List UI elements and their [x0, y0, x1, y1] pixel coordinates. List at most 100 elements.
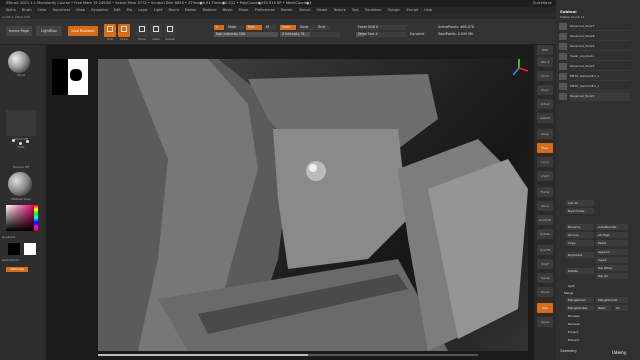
menu-material[interactable]: Material: [203, 8, 217, 12]
draw-size-slider[interactable]: Draw Size 4: [356, 32, 406, 37]
split-menu[interactable]: Split: [566, 283, 594, 289]
menu-color[interactable]: Color: [38, 8, 47, 12]
all-low-button[interactable]: All Low: [566, 232, 594, 238]
merge-visible-button[interactable]: MergeVisible: [566, 305, 594, 311]
persp-button[interactable]: Persp: [537, 129, 553, 139]
menu-stroke[interactable]: Stroke: [317, 8, 328, 12]
focal-shift-slider[interactable]: Focal Shift 0: [356, 25, 406, 30]
autoreorder-button[interactable]: AutoReorder: [596, 224, 628, 230]
subtool-item[interactable]: Spear_copytools: [559, 52, 630, 61]
zoom-button[interactable]: Zoom: [537, 85, 553, 95]
subtool-title[interactable]: Subtool: [560, 9, 577, 14]
subtool-item[interactable]: Renamed_Tool28: [559, 32, 630, 41]
transp-button[interactable]: Transp: [537, 273, 553, 283]
z-intensity-slider[interactable]: Z Intensity 51: [280, 32, 340, 37]
list-all-button[interactable]: List All: [566, 200, 594, 206]
zoom3d-button[interactable]: Zoom3D: [537, 215, 553, 225]
del-other-button[interactable]: Del Other: [596, 265, 628, 271]
menu-macro[interactable]: Macro: [168, 8, 178, 12]
subtool-item[interactable]: Renamed_Tool29: [559, 42, 630, 51]
document-canvas[interactable]: [46, 45, 534, 360]
local-button[interactable]: Local: [537, 157, 553, 167]
menu-zscript[interactable]: Zscript: [406, 8, 418, 12]
alternate-button[interactable]: Alternate: [6, 267, 28, 272]
new-folder-button[interactable]: New Folder: [566, 208, 594, 214]
subtool-item[interactable]: PM3D_Sphere3D3_1: [559, 72, 630, 81]
rgb-intensity-slider[interactable]: Rgb Intensity 100: [214, 32, 278, 37]
extract-menu[interactable]: Extract: [566, 337, 594, 343]
move-view-button[interactable]: Move: [537, 201, 553, 211]
menu-marker[interactable]: Marker: [185, 8, 197, 12]
scroll-button[interactable]: Scroll: [537, 71, 553, 81]
move-tool-button[interactable]: Move: [136, 24, 148, 41]
timeline-scrubber[interactable]: [98, 354, 478, 356]
navigation-thumbnail[interactable]: [52, 59, 88, 95]
xpose-button[interactable]: Xpose: [537, 317, 553, 327]
rgb-toggle[interactable]: Rgb: [246, 25, 262, 30]
a-toggle[interactable]: A: [214, 25, 224, 30]
zadd-toggle[interactable]: Zadd: [280, 25, 296, 30]
switch-color-button[interactable]: SwitchColor: [2, 258, 32, 262]
delete-button[interactable]: Delete: [566, 268, 594, 274]
3d-viewport[interactable]: [98, 59, 528, 351]
geometry-menu[interactable]: Geometry: [560, 349, 577, 353]
lightbox-button[interactable]: LightBox: [36, 26, 62, 36]
ghost-button[interactable]: Ghost: [537, 287, 553, 297]
secondary-color-swatch[interactable]: [8, 243, 20, 255]
menu-render[interactable]: Render: [281, 8, 293, 12]
merge-similar-button[interactable]: MergeSimilar: [596, 297, 628, 303]
solo-button[interactable]: Solo: [537, 303, 553, 313]
zsub-toggle[interactable]: Zsub: [298, 25, 314, 30]
aahalf-button[interactable]: AAHalf: [537, 113, 553, 123]
append-button[interactable]: Append: [596, 249, 628, 255]
copy-button[interactable]: Copy: [566, 240, 594, 246]
menu-dynamics[interactable]: Dynamics: [91, 8, 108, 12]
del-all-button[interactable]: Del All: [596, 273, 628, 279]
insert-button[interactable]: Insert: [596, 257, 628, 263]
merge-down-button[interactable]: MergeDown: [566, 297, 594, 303]
subtool-item[interactable]: PM3D_Sphere3D3_1: [559, 82, 630, 91]
menu-stencil[interactable]: Stencil: [299, 8, 310, 12]
spix-button[interactable]: SPix 3: [537, 57, 553, 67]
rename-button[interactable]: Rename: [566, 224, 594, 230]
menu-preferences[interactable]: Preferences: [255, 8, 275, 12]
menu-transform[interactable]: Transform: [365, 8, 382, 12]
polyf-button[interactable]: PolyF: [537, 259, 553, 269]
weld-toggle[interactable]: Weld: [596, 305, 612, 311]
menu-alpha[interactable]: Alpha: [6, 8, 16, 12]
home-page-button[interactable]: Home Page: [6, 26, 32, 36]
menu-draw[interactable]: Draw: [76, 8, 85, 12]
line-fill-button[interactable]: Line Fill: [537, 245, 553, 255]
floor-button[interactable]: Floor: [537, 143, 553, 153]
menu-help[interactable]: Help: [424, 8, 432, 12]
color-picker[interactable]: [6, 205, 34, 231]
draw-tool-button[interactable]: Draw: [118, 24, 130, 41]
lsym-button[interactable]: L.Sym: [537, 171, 553, 181]
axis-gizmo-icon[interactable]: [508, 57, 530, 79]
subtool-item-selected[interactable]: Renamed_Tool22: [559, 92, 630, 101]
main-color-swatch[interactable]: [24, 243, 36, 255]
zcut-toggle[interactable]: Zcut: [316, 25, 330, 30]
hue-slider[interactable]: [34, 205, 38, 231]
live-boolean-button[interactable]: Live Boolean: [68, 26, 98, 36]
alpha-thumbnail[interactable]: [6, 110, 36, 136]
paste-button[interactable]: Paste: [596, 240, 628, 246]
frame-button[interactable]: Frame: [537, 187, 553, 197]
menu-light[interactable]: Light: [154, 8, 162, 12]
menu-movie[interactable]: Movie: [222, 8, 232, 12]
rotate-tool-button[interactable]: Rotate: [164, 24, 176, 41]
menu-document[interactable]: Document: [53, 8, 71, 12]
mrgb-toggle[interactable]: Mrgb: [226, 25, 244, 30]
menu-tool[interactable]: Tool: [352, 8, 359, 12]
remesh-menu[interactable]: Remesh: [566, 321, 594, 327]
bpr-button[interactable]: BPR: [537, 45, 553, 55]
boolean-menu[interactable]: Boolean: [566, 313, 594, 319]
uv-toggle[interactable]: Uv: [614, 305, 628, 311]
scale-tool-button[interactable]: Scale: [150, 24, 162, 41]
duplicate-button[interactable]: Duplicate: [566, 252, 594, 258]
m-toggle[interactable]: M: [264, 25, 276, 30]
menu-edit[interactable]: Edit: [114, 8, 121, 12]
menu-brush[interactable]: Brush: [22, 8, 32, 12]
quicksave-button[interactable]: QuickSave: [533, 0, 552, 7]
menu-zplugin[interactable]: Zplugin: [388, 8, 401, 12]
